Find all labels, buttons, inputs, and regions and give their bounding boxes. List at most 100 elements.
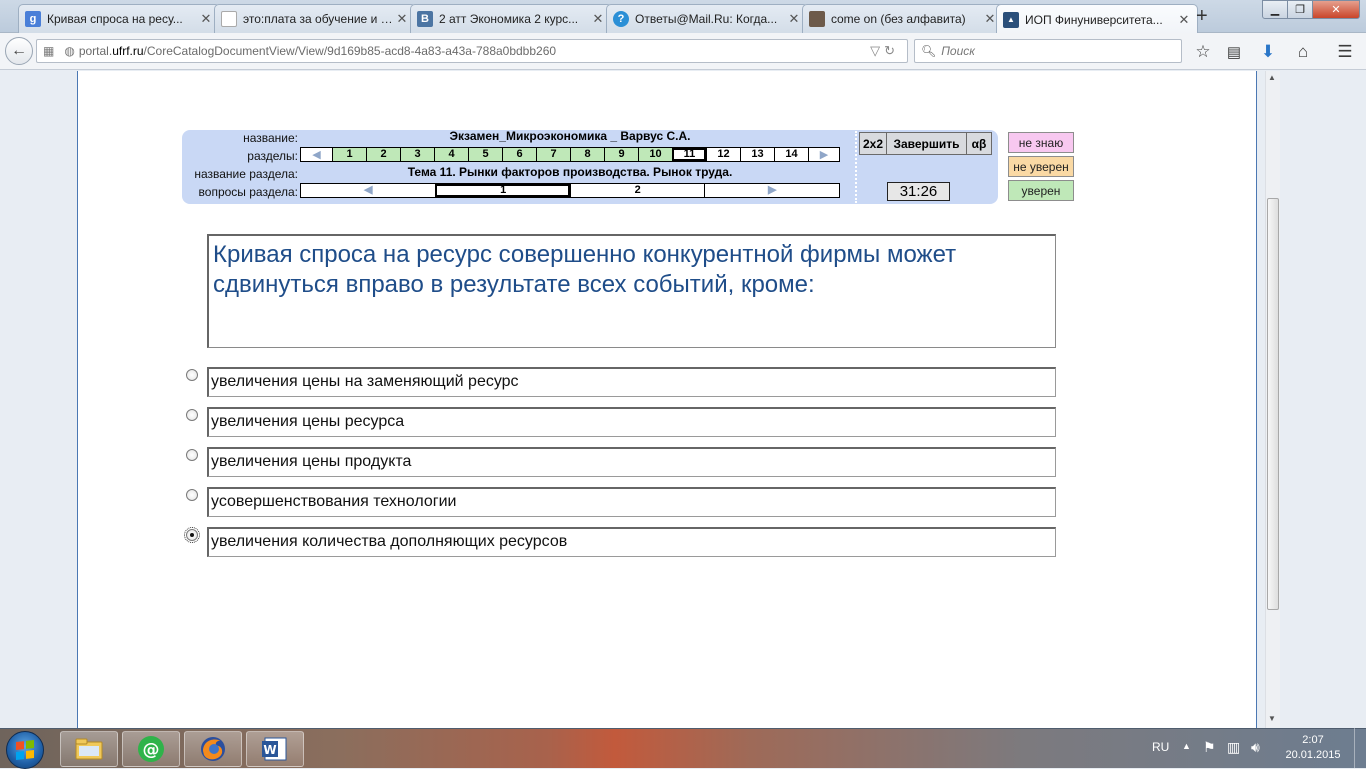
vertical-scrollbar[interactable]: ▲ ▼ [1265, 71, 1280, 728]
browser-tab-4[interactable]: ? Ответы@Mail.Ru: Когда... ✕ [606, 4, 808, 33]
close-icon[interactable]: ✕ [591, 11, 605, 27]
bookmark-star-icon[interactable]: ☆ [1192, 41, 1214, 63]
section-cell[interactable]: 6 [502, 148, 536, 161]
windows-logo-icon [16, 740, 34, 760]
tab-title: Ответы@Mail.Ru: Когда... [635, 12, 778, 26]
sections-navigator: ◀ 1 2 3 4 5 6 7 8 9 10 11 12 13 14 ▶ [300, 147, 840, 162]
answer-option-3[interactable]: увеличения цены продукта [207, 447, 1056, 477]
answer-option-2[interactable]: увеличения цены ресурса [207, 407, 1056, 437]
minimize-icon[interactable]: ▁ [1262, 0, 1288, 19]
panel-divider [855, 131, 857, 203]
clock-date: 20.01.2015 [1285, 749, 1341, 761]
section-cell[interactable]: 3 [400, 148, 434, 161]
volume-icon[interactable]: 🔊︎ [1251, 739, 1260, 756]
dont-know-button[interactable]: не знаю [1008, 132, 1074, 153]
url-host: portal. [78, 44, 113, 58]
answer-radio-3[interactable] [186, 449, 198, 461]
globe-icon[interactable]: ◍ [64, 44, 74, 58]
question-cell[interactable]: 2 [569, 184, 705, 197]
restore-icon[interactable]: ❐ [1287, 0, 1313, 19]
two-by-two-button[interactable]: 2x2 [859, 132, 887, 155]
new-tab-icon[interactable]: + [1196, 5, 1208, 28]
section-title: Тема 11. Рынки факторов производства. Ры… [407, 165, 733, 179]
answer-radio-2[interactable] [186, 409, 198, 421]
answer-radio-4[interactable] [186, 489, 198, 501]
sections-next-icon[interactable]: ▶ [808, 148, 839, 161]
sections-prev-icon[interactable]: ◀ [301, 148, 332, 161]
svg-text:W: W [263, 743, 276, 757]
close-icon[interactable]: ✕ [199, 11, 213, 27]
answers-mail-icon: ? [613, 11, 629, 27]
sure-button[interactable]: уверен [1008, 180, 1074, 201]
section-cell[interactable]: 14 [774, 148, 808, 161]
section-cell[interactable]: 9 [604, 148, 638, 161]
answer-option-4[interactable]: усовершенствования технологии [207, 487, 1056, 517]
close-window-icon[interactable]: ✕ [1312, 0, 1360, 19]
alpha-beta-button[interactable]: αβ [966, 132, 992, 155]
questions-navigator: ◀ 1 2 ▶ [300, 183, 840, 198]
answer-radio-1[interactable] [186, 369, 198, 381]
tab-title: это:плата за обучение и ут... [243, 12, 395, 26]
bookmarks-list-icon[interactable]: ▤ [1223, 41, 1245, 63]
scrollbar-thumb[interactable] [1267, 198, 1279, 610]
firefox-icon[interactable] [184, 731, 242, 767]
answer-option-5[interactable]: увеличения количества дополняющих ресурс… [207, 527, 1056, 557]
system-clock[interactable]: 2:07 20.01.2015 [1280, 733, 1346, 763]
browser-tab-2[interactable]: это:плата за обучение и ут... ✕ [214, 4, 416, 33]
back-arrow-icon[interactable]: ← [5, 37, 33, 65]
questions-prev-icon[interactable]: ◀ [301, 184, 435, 197]
word-icon[interactable]: W [246, 731, 304, 767]
section-cell[interactable]: 10 [638, 148, 672, 161]
grid-icon[interactable]: ▦ [43, 44, 54, 58]
mail-agent-icon[interactable]: @ [122, 731, 180, 767]
url-bar[interactable]: ▦ ◍ portal. ufrf.ru/CoreCatalogDocumentVi… [36, 39, 908, 63]
close-icon[interactable]: ✕ [395, 11, 409, 27]
browser-tab-6[interactable]: ▲ ИОП Финуниверситета... ✕ [996, 4, 1198, 34]
svg-text:@: @ [143, 740, 160, 760]
section-cell[interactable]: 4 [434, 148, 468, 161]
question-text: Кривая спроса на ресурс совершенно конку… [207, 234, 1056, 348]
not-sure-button[interactable]: не уверен [1008, 156, 1074, 177]
finish-button[interactable]: Завершить [886, 132, 967, 155]
search-input[interactable]: 🔍︎ Поиск [914, 39, 1182, 63]
close-icon[interactable]: ✕ [983, 11, 997, 27]
section-cell[interactable]: 5 [468, 148, 502, 161]
tab-title: Кривая спроса на ресу... [47, 12, 183, 26]
section-cell[interactable]: 11 [672, 148, 706, 161]
section-cell[interactable]: 13 [740, 148, 774, 161]
label-section-name: название раздела: [194, 167, 298, 181]
section-cell[interactable]: 8 [570, 148, 604, 161]
action-center-flag-icon[interactable]: ⚑ [1203, 739, 1216, 756]
tab-title: ИОП Финуниверситета... [1025, 12, 1163, 27]
show-desktop-button[interactable] [1354, 728, 1366, 768]
file-explorer-icon[interactable] [60, 731, 118, 767]
search-placeholder: Поиск [941, 44, 975, 58]
section-cell[interactable]: 7 [536, 148, 570, 161]
close-icon[interactable]: ✕ [787, 11, 801, 27]
language-indicator[interactable]: RU [1152, 740, 1169, 754]
section-cell[interactable]: 2 [366, 148, 400, 161]
search-icon: 🔍︎ [921, 44, 937, 58]
home-icon[interactable]: ⌂ [1292, 41, 1314, 63]
photo-favicon-icon [809, 11, 825, 27]
download-icon[interactable]: ⬇ [1257, 41, 1279, 63]
clock-time: 2:07 [1302, 734, 1324, 746]
browser-tab-3[interactable]: В 2 атт Экономика 2 курс... ✕ [410, 4, 612, 33]
answer-option-1[interactable]: увеличения цены на заменяющий ресурс [207, 367, 1056, 397]
start-button[interactable] [6, 731, 44, 769]
close-icon[interactable]: ✕ [1177, 12, 1191, 28]
question-cell[interactable]: 1 [435, 184, 570, 197]
reload-icon[interactable]: ▽↻ [870, 43, 899, 59]
graduation-cap-icon: ▲ [1003, 11, 1019, 28]
browser-tab-1[interactable]: g Кривая спроса на ресу... ✕ [18, 4, 220, 33]
answer-radio-5[interactable] [184, 527, 200, 543]
tray-expand-icon[interactable]: ▲ [1182, 741, 1191, 751]
network-icon[interactable]: ▥ [1227, 739, 1240, 756]
scroll-up-icon[interactable]: ▲ [1268, 73, 1276, 82]
menu-icon[interactable]: ☰ [1334, 41, 1356, 63]
browser-tab-5[interactable]: come on (без алфавита) ✕ [802, 4, 1004, 33]
section-cell[interactable]: 12 [706, 148, 740, 161]
questions-next-icon[interactable]: ▶ [704, 184, 839, 197]
section-cell[interactable]: 1 [332, 148, 366, 161]
scroll-down-icon[interactable]: ▼ [1268, 714, 1276, 723]
